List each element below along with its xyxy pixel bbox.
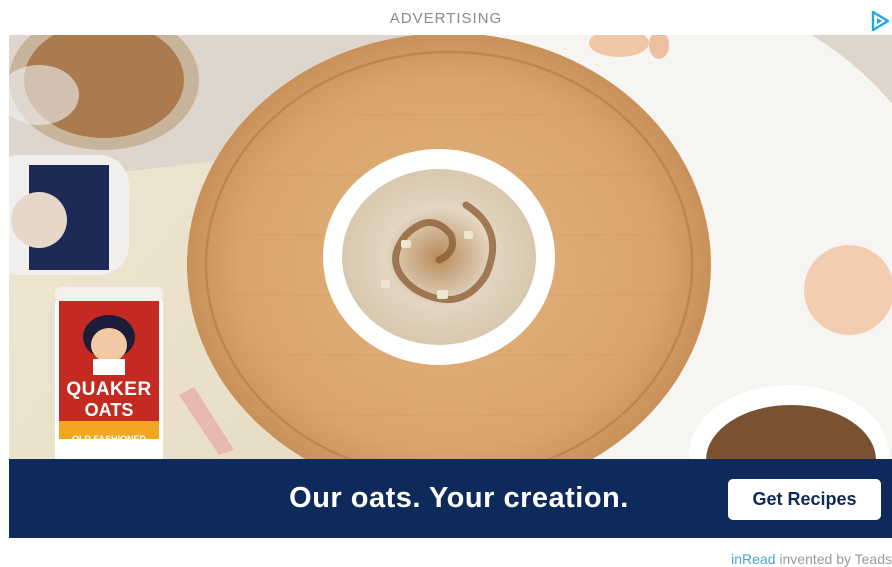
get-recipes-button[interactable]: Get Recipes	[728, 479, 881, 520]
adchoices-play-icon[interactable]	[870, 11, 890, 31]
canister-brand-line2: OATS	[53, 400, 165, 421]
canister-variant: OLD FASHIONED	[53, 434, 165, 444]
ad-label: ADVERTISING	[0, 10, 892, 27]
ad-tagline: Our oats. Your creation.	[274, 479, 644, 517]
ad-banner: Our oats. Your creation. Get Recipes	[9, 459, 892, 538]
video-ad-player[interactable]: QUAKER OATS OLD FASHIONED Our oats. Your…	[9, 35, 892, 538]
canister-brand-line1: QUAKER	[53, 379, 165, 401]
